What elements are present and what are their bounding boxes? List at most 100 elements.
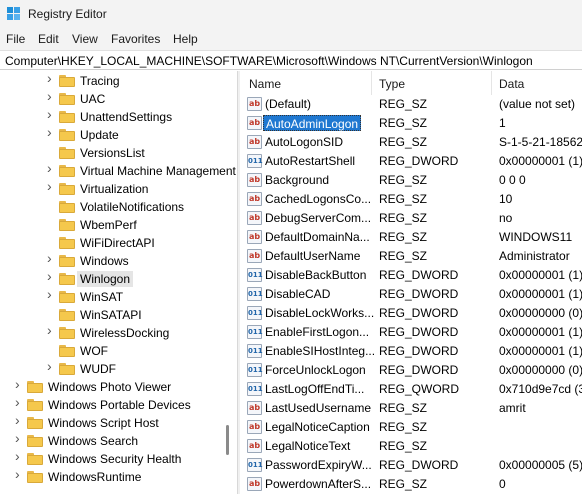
registry-value-row[interactable]: 011 DisableCAD REG_DWORD 0x00000001 (1) — [240, 285, 582, 304]
registry-value-row[interactable]: 011 LastLogOffEndTi... REG_QWORD 0x710d9e7c… — [240, 380, 582, 399]
registry-value-row[interactable]: ab LastUsedUsername REG_SZ amrit — [240, 399, 582, 418]
menu-help[interactable]: Help — [173, 32, 198, 46]
chevron-right-icon[interactable]: › — [47, 89, 55, 103]
chevron-right-icon[interactable]: › — [47, 359, 55, 373]
menu-file[interactable]: File — [6, 32, 25, 46]
tree-item-label[interactable]: Windows Security Health — [48, 452, 181, 466]
registry-value-row[interactable]: 011 PasswordExpiryW... REG_DWORD 0x00000005… — [240, 456, 582, 475]
tree-item-label[interactable]: WinSAT — [80, 290, 123, 304]
chevron-right-icon[interactable]: › — [47, 125, 55, 139]
address-path[interactable]: Computer\HKEY_LOCAL_MACHINE\SOFTWARE\Mic… — [5, 54, 533, 68]
tree-item[interactable]: › WUDF — [0, 359, 226, 378]
tree-item-label[interactable]: WOF — [80, 344, 108, 358]
chevron-right-icon[interactable]: › — [15, 467, 23, 481]
tree-item-label[interactable]: Virtual Machine Management — [80, 164, 236, 178]
registry-value-row[interactable]: 011 AutoRestartShell REG_DWORD 0x00000001 (… — [240, 152, 582, 171]
chevron-right-icon[interactable]: › — [47, 107, 55, 121]
value-name[interactable]: (Default) — [265, 97, 311, 111]
tree-item[interactable]: VersionsList — [0, 144, 226, 162]
value-name[interactable]: ForceUnlockLogon — [265, 363, 366, 377]
tree-item-label[interactable]: UAC — [80, 92, 105, 106]
tree-item-label[interactable]: Windows Photo Viewer — [48, 380, 171, 394]
tree-item[interactable]: › WinSAT — [0, 287, 226, 306]
tree-item[interactable]: › Windows Security Health — [0, 449, 226, 468]
tree-item-label[interactable]: VolatileNotifications — [80, 200, 184, 214]
column-divider[interactable] — [491, 71, 492, 95]
value-name[interactable]: CachedLogonsCo... — [265, 192, 371, 206]
value-name[interactable]: PasswordExpiryW... — [265, 458, 372, 472]
tree-item[interactable]: › Virtualization — [0, 179, 226, 198]
tree-item-label[interactable]: Windows Portable Devices — [48, 398, 191, 412]
chevron-right-icon[interactable]: › — [47, 269, 55, 283]
menu-favorites[interactable]: Favorites — [111, 32, 160, 46]
chevron-right-icon[interactable]: › — [15, 431, 23, 445]
value-name[interactable]: DefaultUserName — [265, 249, 360, 263]
tree-item[interactable]: › Virtual Machine Management — [0, 161, 236, 180]
tree-item-label[interactable]: WirelessDocking — [80, 326, 169, 340]
chevron-right-icon[interactable]: › — [47, 161, 55, 175]
registry-value-row[interactable]: 011 ForceUnlockLogon REG_DWORD 0x00000000 (… — [240, 361, 582, 380]
value-name[interactable]: DisableBackButton — [265, 268, 366, 282]
value-name[interactable]: DefaultDomainNa... — [265, 230, 370, 244]
chevron-right-icon[interactable]: › — [15, 395, 23, 409]
registry-value-row[interactable]: 011 DisableBackButton REG_DWORD 0x00000001 … — [240, 266, 582, 285]
tree-item-label[interactable]: Windows Script Host — [48, 416, 159, 430]
menu-view[interactable]: View — [72, 32, 98, 46]
registry-value-row[interactable]: 011 DisableLockWorks... REG_DWORD 0x0000000… — [240, 304, 582, 323]
registry-value-row[interactable]: ab DebugServerCom... REG_SZ no — [240, 209, 582, 228]
chevron-right-icon[interactable]: › — [47, 179, 55, 193]
registry-value-row[interactable]: ab DefaultUserName REG_SZ Administrator — [240, 247, 582, 266]
registry-value-row[interactable]: 011 EnableSIHostInteg... REG_DWORD 0x000000… — [240, 342, 582, 361]
value-name[interactable]: Background — [265, 173, 329, 187]
tree-item[interactable]: WiFiDirectAPI — [0, 234, 226, 252]
column-header-data[interactable]: Data — [499, 77, 524, 91]
column-divider[interactable] — [371, 71, 372, 95]
tree-item[interactable]: › UAC — [0, 89, 226, 108]
tree-item[interactable]: › Windows Photo Viewer — [0, 377, 226, 396]
tree-item-label[interactable]: Winlogon — [77, 271, 134, 287]
tree-item-label[interactable]: WinSATAPI — [80, 308, 142, 322]
tree-scrollbar-thumb[interactable] — [226, 425, 229, 455]
tree-item[interactable]: › WirelessDocking — [0, 323, 226, 342]
value-name[interactable]: DebugServerCom... — [265, 211, 371, 225]
tree-item-label[interactable]: VersionsList — [80, 146, 145, 160]
registry-value-row[interactable]: ab CachedLogonsCo... REG_SZ 10 — [240, 190, 582, 209]
tree-item[interactable]: › Windows Search — [0, 431, 226, 450]
tree-item[interactable]: › Winlogon — [0, 269, 226, 288]
chevron-right-icon[interactable]: › — [47, 251, 55, 265]
menu-edit[interactable]: Edit — [38, 32, 59, 46]
key-tree-pane[interactable]: › Tracing › UAC › UnattendSettings › Update Vers… — [0, 71, 237, 494]
value-name[interactable]: EnableFirstLogon... — [265, 325, 369, 339]
tree-item[interactable]: › Windows Script Host — [0, 413, 226, 432]
value-name[interactable]: DisableCAD — [265, 287, 330, 301]
chevron-right-icon[interactable]: › — [47, 287, 55, 301]
registry-value-row[interactable]: ab PowerdownAfterS... REG_SZ 0 — [240, 475, 582, 494]
tree-item-label[interactable]: WindowsRuntime — [48, 470, 141, 484]
tree-item[interactable]: VolatileNotifications — [0, 198, 226, 216]
chevron-right-icon[interactable]: › — [47, 323, 55, 337]
tree-item[interactable]: › Windows Portable Devices — [0, 395, 226, 414]
chevron-right-icon[interactable]: › — [15, 449, 23, 463]
registry-value-row[interactable]: ab LegalNoticeText REG_SZ — [240, 437, 582, 456]
value-name[interactable]: LastLogOffEndTi... — [265, 382, 364, 396]
column-header-name[interactable]: Name — [249, 77, 281, 91]
tree-item-label[interactable]: Tracing — [80, 74, 120, 88]
chevron-right-icon[interactable]: › — [15, 413, 23, 427]
column-header-type[interactable]: Type — [379, 77, 405, 91]
registry-value-row[interactable]: ab (Default) REG_SZ (value not set) — [240, 95, 582, 114]
chevron-right-icon[interactable]: › — [15, 377, 23, 391]
tree-item-label[interactable]: WbemPerf — [80, 218, 137, 232]
tree-item[interactable]: WbemPerf — [0, 216, 226, 234]
value-name[interactable]: PowerdownAfterS... — [265, 477, 371, 491]
tree-item[interactable]: › UnattendSettings — [0, 107, 226, 126]
tree-item[interactable]: › Tracing — [0, 71, 226, 90]
tree-item-label[interactable]: UnattendSettings — [80, 110, 172, 124]
tree-item-label[interactable]: Windows Search — [48, 434, 138, 448]
value-name[interactable]: AutoRestartShell — [265, 154, 355, 168]
tree-item-label[interactable]: WUDF — [80, 362, 116, 376]
tree-item[interactable]: › Windows — [0, 251, 226, 270]
value-name[interactable]: AutoAdminLogon — [263, 115, 362, 131]
tree-item[interactable]: WinSATAPI — [0, 306, 226, 324]
value-name[interactable]: DisableLockWorks... — [265, 306, 374, 320]
value-name[interactable]: LastUsedUsername — [265, 401, 371, 415]
